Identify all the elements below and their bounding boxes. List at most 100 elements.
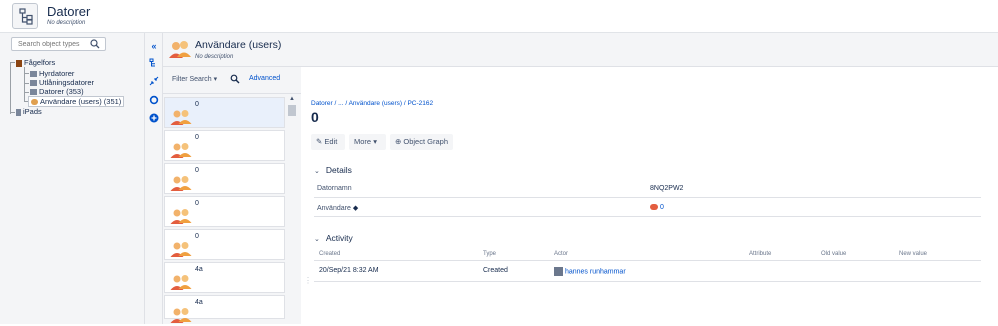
advanced-search-link[interactable]: Advanced [249, 75, 280, 82]
list-item-label: 4a [195, 266, 203, 273]
search-icon[interactable] [89, 38, 101, 50]
resize-handle[interactable]: ⋮ [304, 276, 312, 285]
tree-root-ipads[interactable]: iPads [16, 107, 42, 116]
more-button[interactable]: More ▾ [349, 134, 386, 150]
activity-actor[interactable]: hannes runhammar [554, 267, 626, 276]
tree-connector [10, 62, 15, 63]
users-icon [168, 38, 192, 60]
tree-item-hyrdatorer[interactable]: Hyrdatorer [30, 69, 74, 78]
graph-icon: ⊕ [395, 137, 402, 146]
object-type-title: Användare (users) [195, 39, 282, 51]
list-item-label: 0 [195, 167, 199, 174]
attribute-name: Datornamn [317, 185, 352, 192]
collapse-panel-icon[interactable]: « [148, 40, 160, 52]
list-scrollbar-thumb[interactable] [288, 105, 296, 116]
column-header-old-value: Old value [821, 251, 847, 257]
users-avatar-icon [170, 240, 192, 258]
users-icon [650, 204, 658, 211]
breadcrumb[interactable]: Datorer / ... / Användare (users) / PC-2… [311, 100, 433, 107]
compress-icon[interactable] [148, 76, 160, 88]
list-item[interactable]: 0 [164, 163, 285, 194]
attribute-name: Användare [317, 205, 351, 212]
list-item[interactable]: 4a [164, 262, 285, 293]
pencil-icon: ✎ [316, 137, 323, 146]
add-object-type-icon[interactable] [148, 113, 160, 125]
object-graph-label: Object Graph [403, 137, 448, 146]
computer-icon [30, 80, 37, 87]
chevron-down-icon: ⌄ [314, 168, 320, 175]
activity-section-toggle[interactable]: ⌄ Activity [314, 233, 353, 243]
tree-root-label: iPads [23, 107, 42, 116]
column-header-type: Type [483, 251, 497, 257]
list-item-label: 0 [195, 200, 199, 207]
search-icon[interactable] [230, 74, 240, 84]
column-header-attribute: Attribute [749, 251, 772, 257]
tree-item-label: Datorer (353) [39, 87, 84, 96]
column-header-created: Created [319, 251, 341, 257]
tree-item-label: Utlåningsdatorer [39, 78, 95, 87]
building-icon [16, 59, 22, 67]
list-item[interactable]: 0 [164, 97, 285, 128]
divider [314, 281, 981, 282]
tag-icon: ◆ [352, 205, 359, 212]
object-graph-button[interactable]: ⊕ Object Graph [390, 134, 453, 150]
object-name: 0 [311, 109, 319, 125]
page-title: Datorer [47, 4, 91, 19]
tree-connector [24, 92, 29, 93]
object-type-description: No description [195, 54, 234, 60]
divider [314, 197, 981, 198]
tree-item-datorer[interactable]: Datorer (353) [30, 87, 84, 96]
column-header-new-value: New value [899, 251, 928, 257]
computer-icon [30, 89, 37, 96]
list-item-label: 4a [195, 299, 203, 306]
object-schema-icon [12, 3, 38, 29]
divider [314, 216, 981, 217]
details-section-toggle[interactable]: ⌄ Details [314, 165, 352, 175]
actor-name: hannes runhammar [564, 268, 626, 276]
tree-connector [24, 73, 29, 74]
users-avatar-icon [170, 306, 192, 324]
chevron-down-icon: ⌄ [314, 236, 320, 243]
details-section-title: Details [325, 165, 352, 175]
list-item[interactable]: 0 [164, 196, 285, 227]
divider [314, 260, 981, 261]
activity-type: Created [483, 267, 508, 274]
tree-root-fagelfors[interactable]: Fågelfors [16, 58, 55, 67]
tree-item-anvandare[interactable]: Användare (users) (351) [28, 96, 125, 107]
users-avatar-icon [170, 108, 192, 126]
list-scrollbar[interactable] [287, 96, 297, 324]
attribute-name-with-tag: Användare ◆ [317, 204, 358, 212]
attribute-value-link[interactable]: 0 [650, 204, 664, 211]
list-item-label: 0 [195, 233, 199, 240]
tree-connector [10, 62, 11, 114]
page-description: No description [47, 20, 86, 26]
tree-item-utlaningsdatorer[interactable]: Utlåningsdatorer [30, 78, 94, 87]
tree-item-label: Hyrdatorer [39, 69, 75, 78]
page-header [0, 0, 998, 33]
tree-item-label: Användare (users) (351) [40, 97, 122, 106]
list-item-label: 0 [195, 101, 199, 108]
users-avatar-icon [170, 207, 192, 225]
scroll-up-icon[interactable]: ▲ [288, 96, 296, 104]
linked-object: 0 [659, 204, 664, 211]
users-icon [31, 99, 38, 106]
hierarchy-icon[interactable] [148, 58, 160, 70]
filter-search-dropdown[interactable]: Filter Search ▾ [172, 75, 217, 83]
avatar [554, 267, 563, 276]
edit-button[interactable]: ✎ Edit [311, 134, 345, 150]
tree-connector [24, 83, 29, 84]
tree-connector [10, 112, 15, 113]
more-button-label: More [354, 137, 372, 146]
tree-root-label: Fågelfors [24, 58, 56, 67]
list-item[interactable]: 0 [164, 229, 285, 260]
object-type-search-input[interactable] [12, 38, 88, 50]
computer-icon [30, 71, 37, 78]
chevron-down-icon: ▾ [373, 137, 377, 146]
list-item-label: 0 [195, 134, 199, 141]
chevron-down-icon: ▾ [213, 76, 218, 83]
list-item[interactable]: 0 [164, 130, 285, 161]
circle-outline-icon[interactable] [148, 95, 160, 107]
list-item[interactable]: 4a [164, 295, 285, 323]
users-avatar-icon [170, 141, 192, 159]
tablet-icon [16, 108, 21, 116]
